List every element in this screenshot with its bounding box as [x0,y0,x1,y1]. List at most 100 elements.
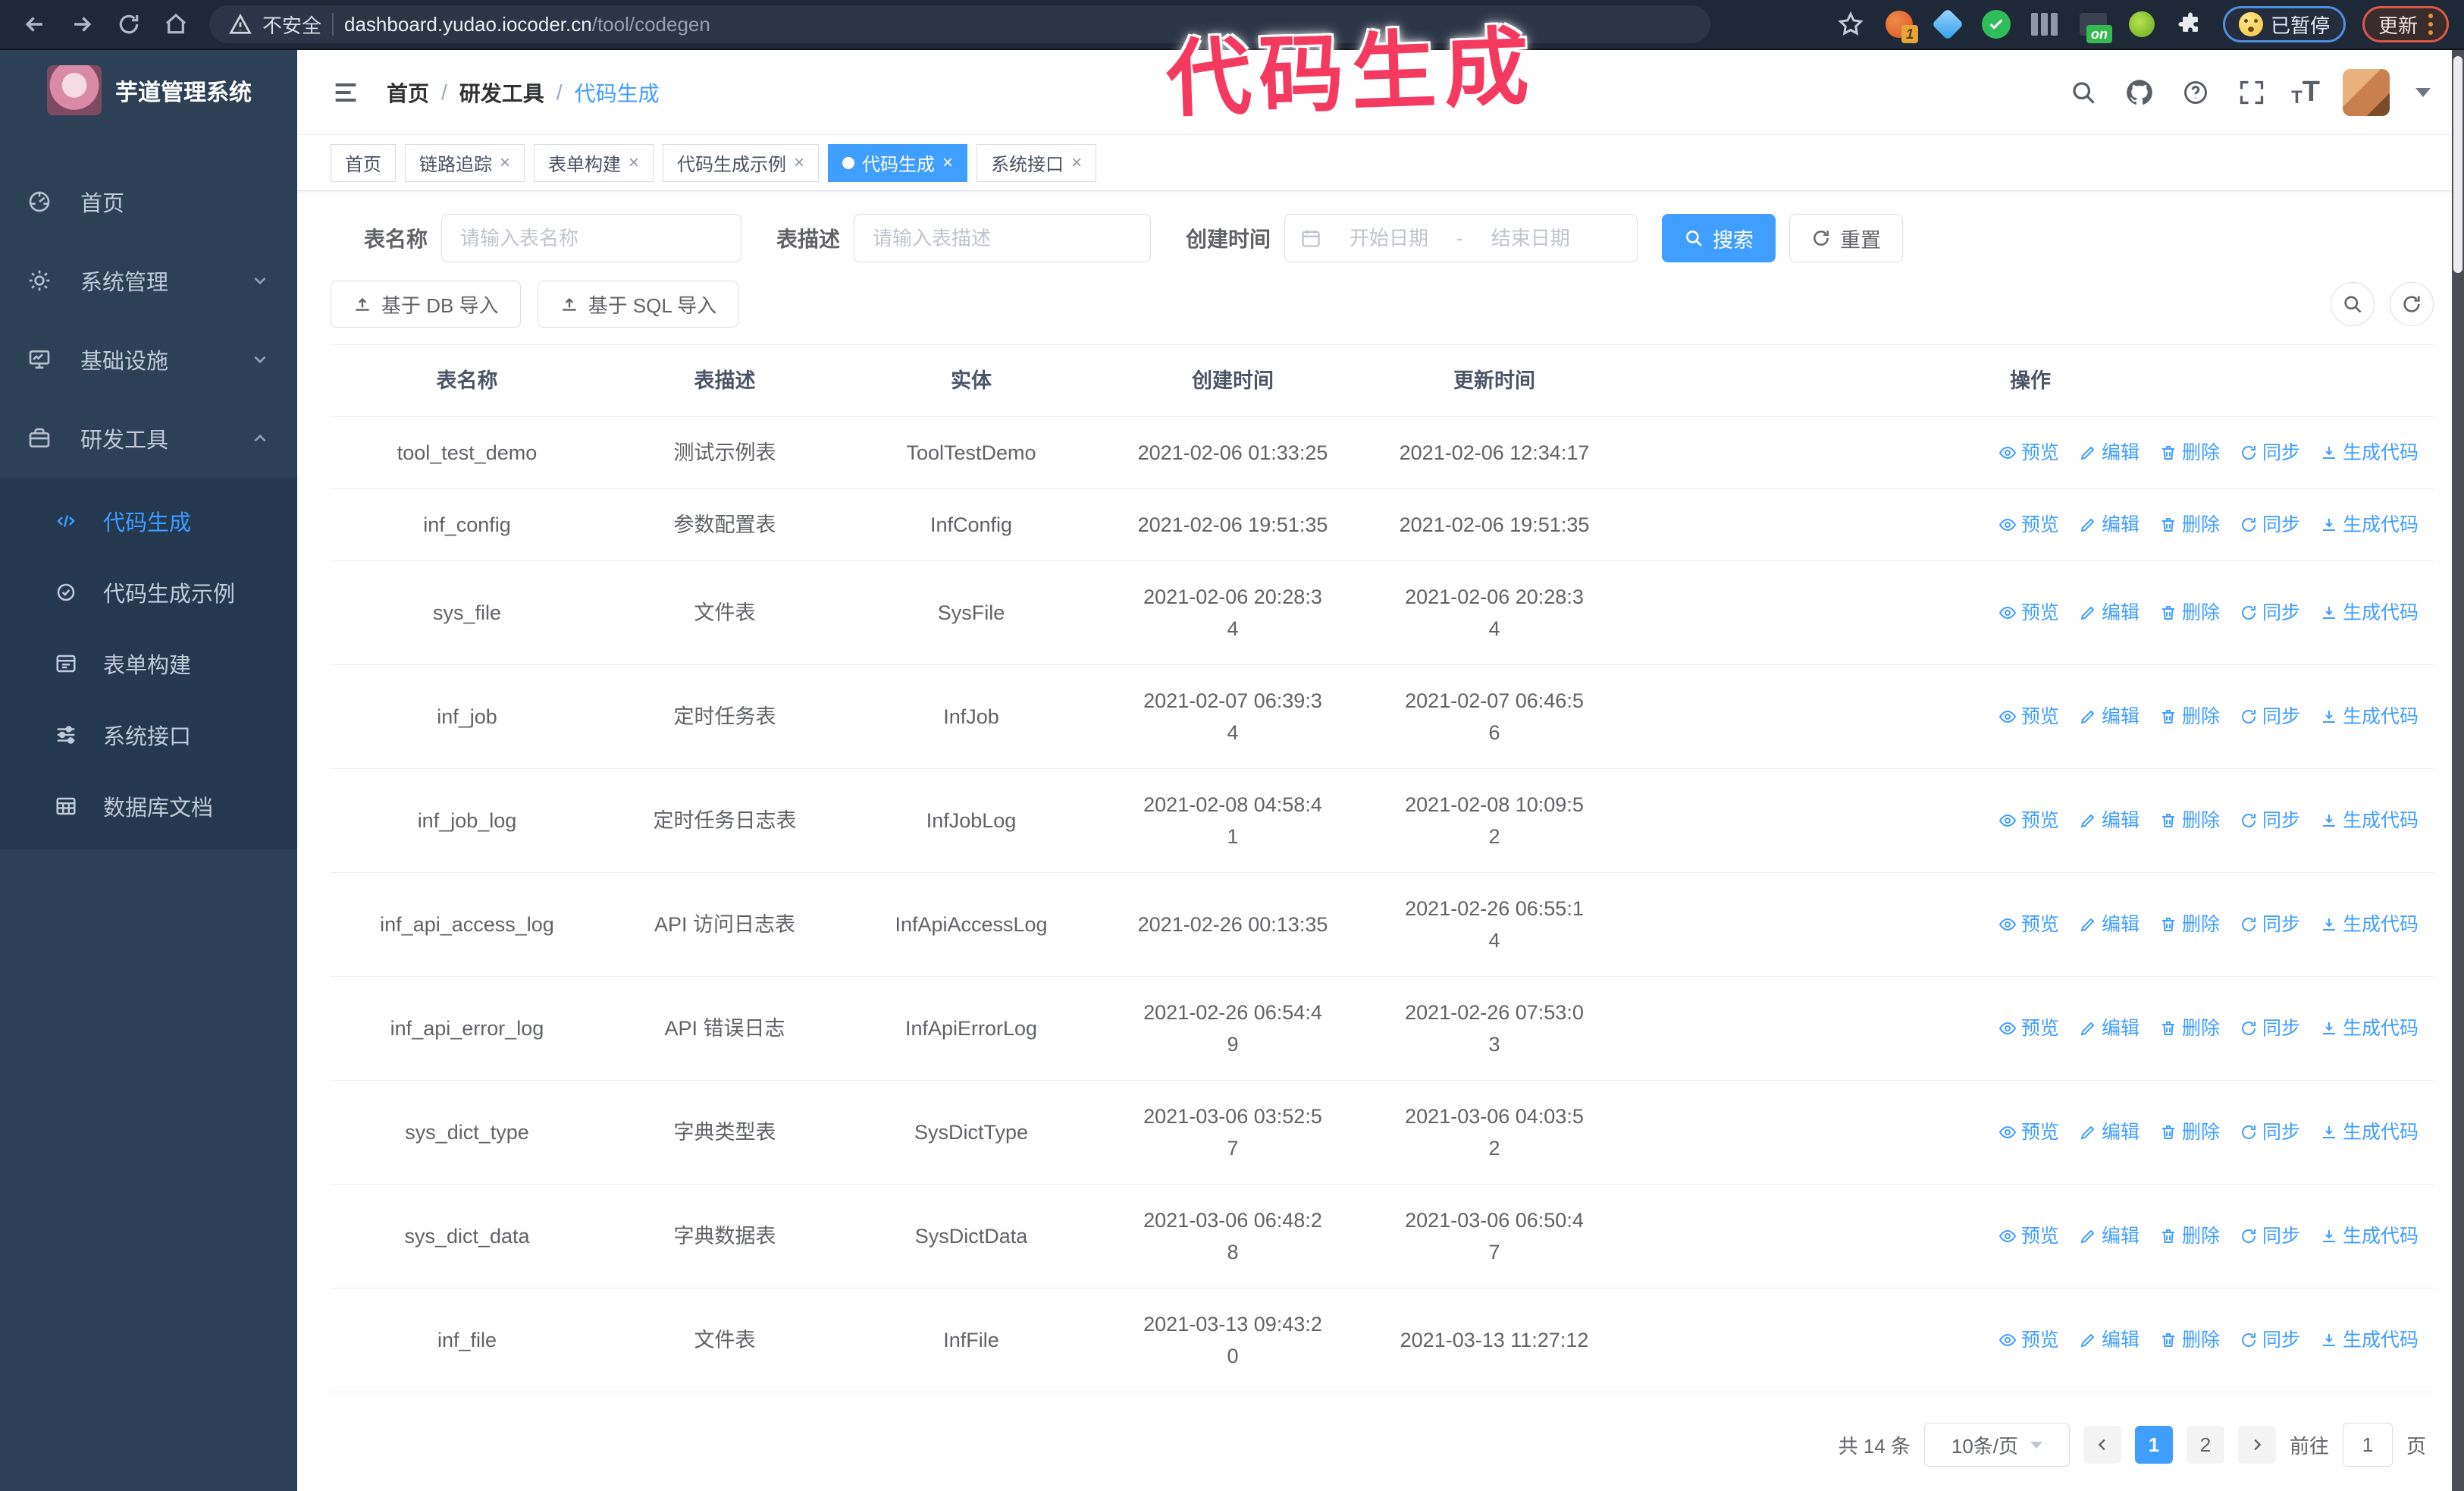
github-icon[interactable] [2123,76,2156,109]
sync-link[interactable]: 同步 [2240,509,2300,541]
delete-link[interactable]: 删除 [2159,1116,2220,1148]
fullscreen-icon[interactable] [2235,76,2268,109]
generate-code-link[interactable]: 生成代码 [2320,1324,2419,1356]
edit-link[interactable]: 编辑 [2079,701,2140,733]
bookmark-star-icon[interactable] [1835,8,1867,40]
breadcrumb-devtools[interactable]: 研发工具 [459,77,544,108]
preview-link[interactable]: 预览 [1998,805,2059,837]
end-date-input[interactable] [1473,226,1588,250]
extensions-puzzle-icon[interactable] [2174,8,2206,40]
preview-link[interactable]: 预览 [1998,701,2059,733]
preview-link[interactable]: 预览 [1998,437,2059,469]
sync-link[interactable]: 同步 [2240,1220,2300,1252]
import-sql-button[interactable]: 基于 SQL 导入 [537,281,739,328]
browser-update-button[interactable]: 更新 [2362,6,2449,42]
import-db-button[interactable]: 基于 DB 导入 [331,281,521,328]
edit-link[interactable]: 编辑 [2079,597,2140,629]
browser-forward-icon[interactable] [62,5,102,44]
edit-link[interactable]: 编辑 [2079,1012,2140,1044]
preview-link[interactable]: 预览 [1998,1324,2059,1356]
extension-icon-columns[interactable] [2029,8,2061,40]
sidebar-item-infra[interactable]: 基础设施 [0,320,297,399]
sidebar-item-devtools[interactable]: 研发工具 [0,399,297,478]
search-icon[interactable] [2067,76,2100,109]
generate-code-link[interactable]: 生成代码 [2320,701,2419,733]
extension-icon-key[interactable] [2126,8,2158,40]
sidebar-item-codegen-example[interactable]: 代码生成示例 [0,557,297,628]
page-button-1[interactable]: 1 [2134,1426,2173,1464]
delete-link[interactable]: 删除 [2159,1012,2220,1044]
table-name-input[interactable] [441,214,742,262]
breadcrumb-home[interactable]: 首页 [387,77,429,108]
sync-link[interactable]: 同步 [2240,701,2300,733]
generate-code-link[interactable]: 生成代码 [2320,1012,2419,1044]
tab-codegen[interactable]: 代码生成 × [828,143,968,182]
delete-link[interactable]: 删除 [2159,1220,2220,1252]
refresh-button[interactable] [2390,282,2434,326]
tab-tracing[interactable]: 链路追踪 × [405,143,525,182]
browser-home-icon[interactable] [156,5,196,44]
avatar-caret-icon[interactable] [2415,87,2431,97]
close-icon[interactable]: × [1071,152,1082,174]
edit-link[interactable]: 编辑 [2079,437,2140,469]
tab-codegen-example[interactable]: 代码生成示例 × [663,143,820,182]
delete-link[interactable]: 删除 [2159,509,2220,541]
edit-link[interactable]: 编辑 [2079,805,2140,837]
generate-code-link[interactable]: 生成代码 [2320,1220,2419,1252]
extension-icon-on[interactable]: on [2077,8,2112,43]
preview-link[interactable]: 预览 [1998,1012,2059,1044]
preview-link[interactable]: 预览 [1998,1220,2059,1252]
search-button[interactable]: 搜索 [1662,214,1776,262]
extension-icon-check[interactable] [1980,8,2012,40]
extension-icon-orange[interactable]: 1 [1883,8,1918,43]
sync-link[interactable]: 同步 [2240,1324,2300,1356]
delete-link[interactable]: 删除 [2159,1324,2220,1356]
tab-system-api[interactable]: 系统接口 × [977,143,1097,182]
tab-home[interactable]: 首页 [331,143,396,182]
sidebar-item-codegen[interactable]: 代码生成 [0,485,297,557]
help-icon[interactable] [2179,76,2212,109]
tab-form-builder[interactable]: 表单构建 × [534,143,654,182]
browser-reload-icon[interactable] [109,5,149,44]
hamburger-icon[interactable] [331,77,361,108]
close-icon[interactable]: × [500,152,510,174]
preview-link[interactable]: 预览 [1998,1116,2059,1148]
sidebar-item-system[interactable]: 系统管理 [0,241,297,320]
reset-button[interactable]: 重置 [1789,214,1904,262]
profile-paused-chip[interactable]: 已暂停 [2222,6,2346,42]
sync-link[interactable]: 同步 [2240,597,2300,629]
browser-back-icon[interactable] [15,5,55,44]
sync-link[interactable]: 同步 [2240,909,2300,940]
generate-code-link[interactable]: 生成代码 [2320,909,2419,940]
sidebar-item-form-builder[interactable]: 表单构建 [0,628,297,699]
browser-menu-icon[interactable] [2428,14,2433,35]
sidebar-item-system-api[interactable]: 系统接口 [0,699,297,771]
close-icon[interactable]: × [794,152,804,174]
generate-code-link[interactable]: 生成代码 [2320,1116,2419,1148]
extension-icon-gem[interactable] [1931,8,1964,41]
generate-code-link[interactable]: 生成代码 [2320,509,2419,541]
page-button-2[interactable]: 2 [2186,1426,2224,1464]
delete-link[interactable]: 删除 [2159,701,2220,733]
generate-code-link[interactable]: 生成代码 [2320,805,2419,837]
prev-page-button[interactable] [2083,1426,2121,1464]
scrollbar-track[interactable] [2452,50,2464,1491]
sidebar-item-db-doc[interactable]: 数据库文档 [0,771,297,842]
delete-link[interactable]: 删除 [2159,805,2220,837]
sync-link[interactable]: 同步 [2240,1012,2300,1044]
start-date-input[interactable] [1332,226,1447,250]
edit-link[interactable]: 编辑 [2079,909,2140,940]
generate-code-link[interactable]: 生成代码 [2320,597,2419,629]
edit-link[interactable]: 编辑 [2079,1324,2140,1356]
delete-link[interactable]: 删除 [2159,909,2220,940]
edit-link[interactable]: 编辑 [2079,509,2140,541]
avatar[interactable] [2343,68,2390,116]
goto-page-input[interactable] [2342,1423,2393,1467]
table-desc-input[interactable] [854,214,1152,262]
next-page-button[interactable] [2237,1426,2276,1464]
generate-code-link[interactable]: 生成代码 [2320,437,2419,469]
sidebar-item-home[interactable]: 首页 [0,162,297,241]
delete-link[interactable]: 删除 [2159,437,2220,469]
sync-link[interactable]: 同步 [2240,1116,2300,1148]
edit-link[interactable]: 编辑 [2079,1116,2140,1148]
